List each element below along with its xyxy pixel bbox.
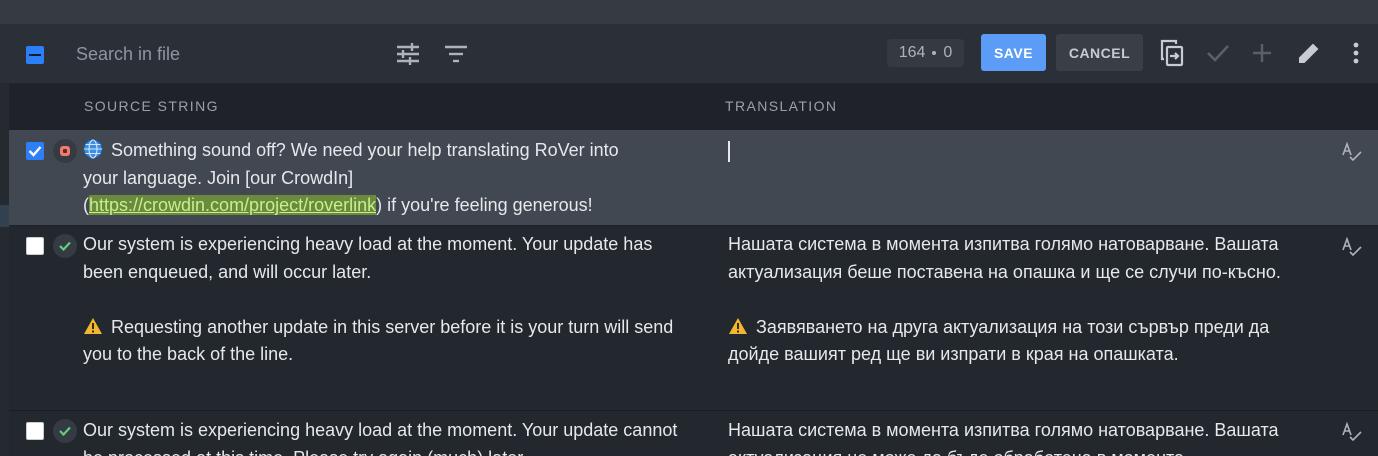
warning-icon	[729, 317, 747, 334]
translated-status-icon	[53, 234, 77, 258]
counter-total: 164	[898, 44, 926, 61]
side-gutter-marker	[0, 205, 9, 227]
source-string: Our system is experiencing heavy load at…	[83, 420, 678, 456]
editor-toolbar: 164 0 SAVE CANCEL	[0, 24, 1378, 84]
spellcheck-icon[interactable]	[1341, 141, 1363, 163]
source-paragraph: Requesting another update in this server…	[83, 314, 683, 369]
counter-secondary: 0	[943, 44, 953, 61]
counter-separator	[932, 51, 937, 55]
translated-status-icon	[53, 419, 77, 443]
row-checkbox[interactable]	[26, 237, 44, 255]
plus-icon[interactable]	[1249, 40, 1275, 66]
column-header: SOURCE STRING TRANSLATION	[9, 84, 1378, 130]
source-text-post: ) if you're feeling generous!	[376, 195, 593, 215]
column-translation-header: TRANSLATION	[725, 98, 838, 114]
translation-string[interactable]: Нашата система в момента изпитва голямо …	[728, 417, 1288, 456]
globe-icon	[83, 139, 103, 159]
pencil-icon[interactable]	[1295, 39, 1323, 67]
table-row[interactable]: Our system is experiencing heavy load at…	[9, 411, 1378, 456]
translation-string[interactable]: Нашата система в момента изпитва голямо …	[728, 231, 1288, 369]
column-source-header: SOURCE STRING	[84, 98, 219, 114]
source-paragraph: Our system is experiencing heavy load at…	[83, 234, 653, 282]
copy-source-icon[interactable]	[1157, 38, 1187, 68]
source-paragraph-text: Requesting another update in this server…	[83, 316, 674, 365]
cancel-button[interactable]: CANCEL	[1056, 34, 1143, 71]
check-icon[interactable]	[1205, 40, 1231, 66]
string-counter: 164 0	[887, 39, 964, 67]
more-vert-icon[interactable]	[1346, 40, 1366, 66]
source-link[interactable]: https://crowdin.com/project/roverlink	[89, 195, 377, 215]
top-strip	[0, 0, 1378, 24]
source-string: Something sound off? We need your help t…	[83, 137, 643, 220]
filter-icon[interactable]	[442, 40, 470, 68]
search-input[interactable]	[66, 38, 386, 70]
row-checkbox[interactable]	[26, 142, 44, 160]
spellcheck-icon[interactable]	[1341, 236, 1363, 258]
untranslated-status-icon	[53, 139, 77, 163]
source-string: Our system is experiencing heavy load at…	[83, 231, 683, 369]
translation-paragraph: Заявяването на друга актуализация на тоз…	[728, 314, 1288, 369]
translation-paragraph: Нашата система в момента изпитва голямо …	[728, 234, 1281, 282]
filter-settings-icon[interactable]	[394, 40, 422, 68]
table-row[interactable]: Our system is experiencing heavy load at…	[9, 226, 1378, 410]
spellcheck-icon[interactable]	[1341, 421, 1363, 443]
side-gutter	[0, 83, 9, 456]
warning-icon	[84, 317, 102, 334]
translation-paragraph-text: Заявяването на друга актуализация на тоз…	[728, 316, 1270, 365]
save-button[interactable]: SAVE	[981, 34, 1046, 71]
row-checkbox[interactable]	[26, 422, 44, 440]
table-row[interactable]: Something sound off? We need your help t…	[9, 130, 1378, 225]
translation-caret[interactable]	[728, 141, 730, 162]
select-all-checkbox[interactable]	[26, 46, 44, 64]
